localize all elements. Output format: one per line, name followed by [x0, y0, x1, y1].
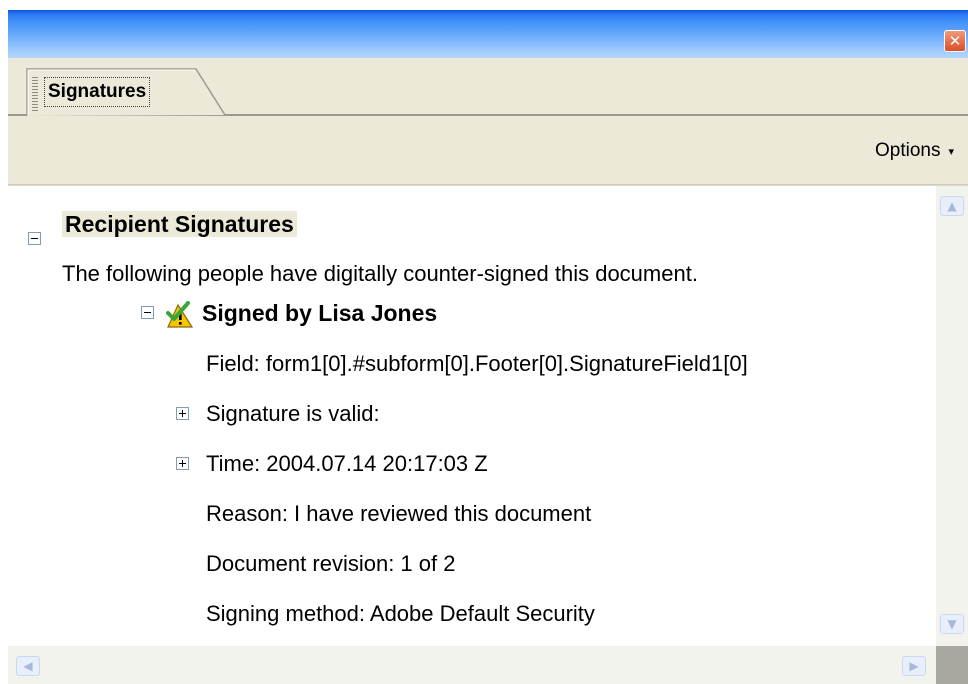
signer-name: Signed by Lisa Jones [202, 300, 438, 326]
scroll-down-icon[interactable]: ▼ [940, 614, 964, 634]
chevron-down-icon: ▾ [948, 145, 954, 158]
tab-grip-handle[interactable] [32, 77, 38, 113]
tab-strip: Signatures [8, 58, 968, 116]
title-bar[interactable]: ✕ [8, 10, 968, 58]
section-title: Recipient Signatures [62, 211, 297, 237]
signature-warning-check-icon [166, 301, 194, 328]
panel-toolbar: Options ▾ [8, 118, 968, 184]
signature-field: Field: form1[0].#subform[0].Footer[0].Si… [206, 351, 748, 376]
signatures-tree: Recipient Signatures The following peopl… [8, 186, 936, 646]
expand-validity-toggle[interactable] [176, 407, 189, 420]
signature-reason: Reason: I have reviewed this document [206, 501, 592, 526]
vertical-scrollbar[interactable]: ▲ ▼ [936, 186, 968, 646]
signature-node[interactable]: Signed by Lisa Jones [166, 299, 437, 329]
signature-time[interactable]: Time: 2004.07.14 20:17:03 Z [206, 450, 488, 478]
close-icon[interactable]: ✕ [944, 30, 966, 52]
recipient-signatures-node[interactable]: Recipient Signatures [62, 210, 297, 239]
tab-signatures[interactable]: Signatures [26, 68, 226, 116]
document-revision: Document revision: 1 of 2 [206, 551, 456, 576]
horizontal-scrollbar[interactable]: ◀ ▶ [8, 646, 936, 684]
collapse-signature-toggle[interactable] [141, 306, 154, 319]
scroll-left-icon[interactable]: ◀ [16, 656, 40, 676]
tab-signatures-label: Signatures [44, 77, 151, 107]
options-label: Options [874, 140, 941, 161]
signatures-panel-window: ✕ Signatures Options ▾ Recipient Signatu… [8, 10, 968, 684]
signing-method: Signing method: Adobe Default Security [206, 601, 595, 626]
scroll-up-icon[interactable]: ▲ [940, 196, 964, 216]
expand-time-toggle[interactable] [176, 457, 189, 470]
scrollbar-corner [936, 646, 968, 684]
section-description: The following people have digitally coun… [62, 261, 698, 286]
scroll-right-icon[interactable]: ▶ [902, 656, 926, 676]
collapse-recipient-signatures-toggle[interactable] [28, 232, 41, 245]
options-menu-button[interactable]: Options ▾ [875, 140, 954, 162]
signature-validity[interactable]: Signature is valid: [206, 400, 380, 428]
